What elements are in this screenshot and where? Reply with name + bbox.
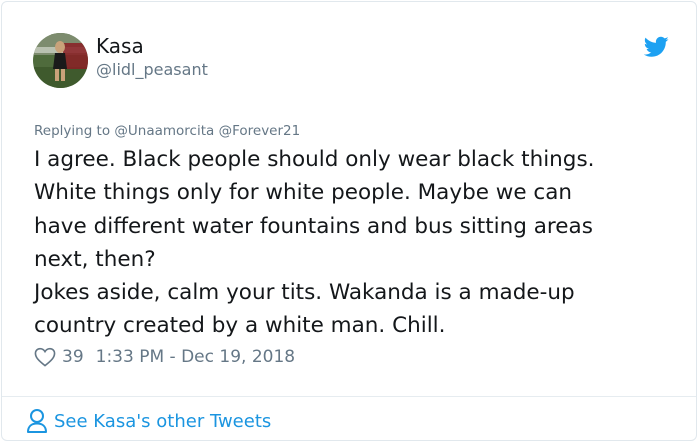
author-handle[interactable]: @lidl_peasant (96, 60, 208, 80)
tweet-text-line: White things only for white people. Mayb… (34, 180, 573, 206)
heart-icon[interactable] (34, 347, 56, 367)
mention-unaamorcita[interactable]: @Unaamorcita (114, 123, 214, 139)
tweet-card: Kasa @lidl_peasant Replying to @Unaamorc… (1, 1, 697, 441)
tweet-text-line: next, then? (34, 246, 156, 272)
tweet-text-line: I agree. Black people should only wear b… (34, 147, 595, 172)
see-other-tweets-link[interactable]: See Kasa's other Tweets (26, 407, 271, 435)
tweet-text: I agree. Black people should only wear b… (34, 143, 674, 343)
divider (2, 396, 696, 397)
twitter-bird-icon[interactable] (643, 36, 669, 58)
tweet-text-line: have different water fountains and bus s… (34, 213, 593, 239)
like-count: 39 (62, 347, 84, 367)
tweet-text-line: Jokes aside, calm your tits. Wakanda is … (34, 280, 575, 306)
avatar[interactable] (33, 33, 88, 88)
see-other-tweets-label[interactable]: See Kasa's other Tweets (54, 411, 271, 432)
tweet-meta: 39 1:33 PM - Dec 19, 2018 (34, 345, 295, 369)
person-icon (27, 409, 47, 433)
mention-forever21[interactable]: @Forever21 (219, 123, 301, 139)
tweet-text-line: country created by a white man. Chill. (34, 313, 446, 339)
replying-to-label: Replying to (34, 123, 111, 139)
replying-to: Replying to @Unaamorcita @Forever21 (34, 122, 300, 140)
author-display-name[interactable]: Kasa (96, 34, 144, 58)
tweet-timestamp[interactable]: 1:33 PM - Dec 19, 2018 (96, 347, 295, 367)
